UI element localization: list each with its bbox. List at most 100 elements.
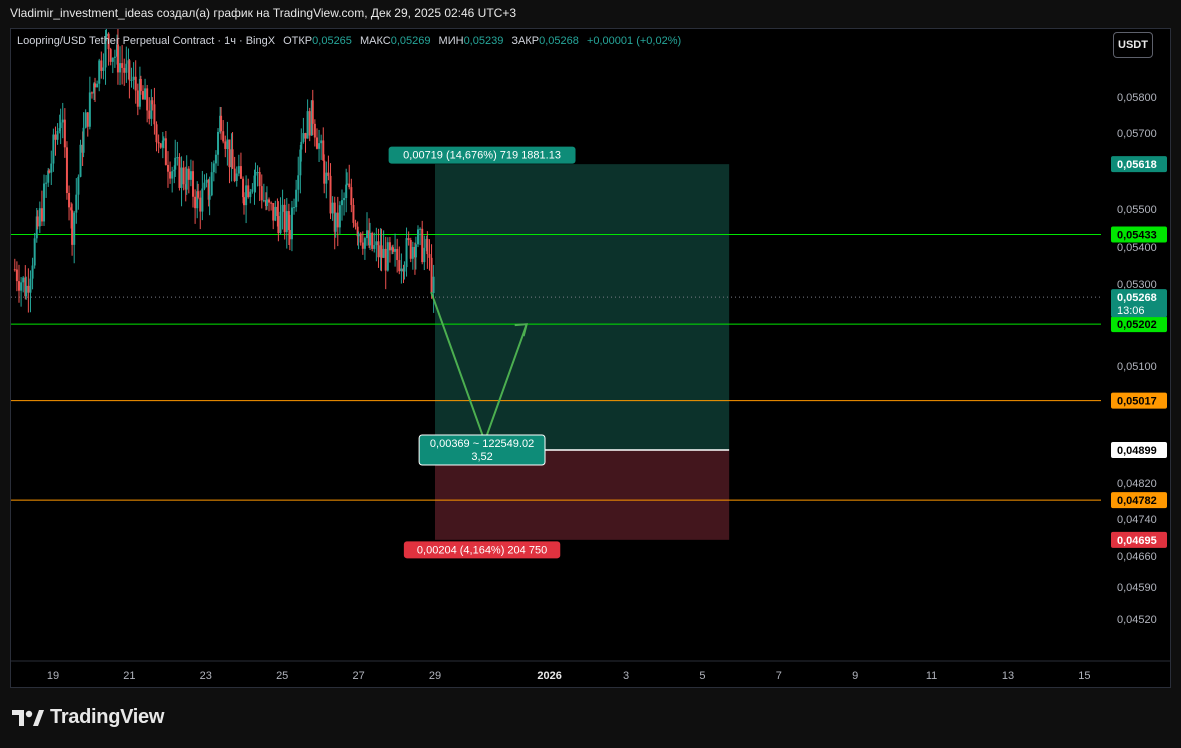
candle-body xyxy=(199,197,202,212)
candle-body xyxy=(79,144,82,177)
candle-body xyxy=(290,207,293,240)
candle-body xyxy=(121,63,124,68)
candle-body xyxy=(29,278,32,293)
candle-body xyxy=(428,254,431,258)
candle-body xyxy=(272,202,275,221)
tradingview-logo-icon xyxy=(12,709,44,726)
candle-body xyxy=(73,212,76,245)
candle-body xyxy=(274,206,277,221)
time-tick-label: 21 xyxy=(123,670,135,682)
level-price-tag-2: 0,05017 xyxy=(1117,396,1157,408)
candle-body xyxy=(171,171,174,179)
candle-body xyxy=(320,140,323,144)
candle-body xyxy=(189,171,192,180)
candle-body xyxy=(132,76,135,80)
candle-body xyxy=(31,265,34,279)
candle-body xyxy=(409,240,412,259)
candle-body xyxy=(65,147,68,193)
candle-body xyxy=(258,172,261,187)
candle-body xyxy=(61,119,64,123)
price-tick-label: 0,05100 xyxy=(1117,361,1157,373)
candle-body xyxy=(251,189,254,192)
candle-body xyxy=(260,186,263,201)
candle-body xyxy=(228,139,231,168)
chart-frame[interactable]: 0,00719 (14,676%) 719 1881.13 0,00204 (4,… xyxy=(10,28,1171,688)
candle-body xyxy=(148,110,151,119)
candle-body xyxy=(338,205,341,228)
time-tick-label: 9 xyxy=(852,670,858,682)
candle-body xyxy=(329,175,332,214)
candle-body xyxy=(323,160,326,184)
level-price-tag-1: 0,05202 xyxy=(1117,319,1157,331)
candle-body xyxy=(281,204,284,212)
price-tick-label: 0,05800 xyxy=(1117,92,1157,104)
time-tick-label: 13 xyxy=(1002,670,1014,682)
candle-body xyxy=(295,189,298,208)
target-price-tag: 0,05618 xyxy=(1117,159,1157,171)
stop-label-text: 0,00204 (4,164%) 204 750 xyxy=(417,544,547,556)
price-tick-label: 0,05400 xyxy=(1117,242,1157,254)
candle-body xyxy=(125,63,128,73)
candle-body xyxy=(176,157,179,159)
time-tick-label: 15 xyxy=(1078,670,1090,682)
legend-low-label: МИН xyxy=(438,35,464,47)
candle-body xyxy=(371,232,374,249)
legend-symbol[interactable]: Loopring/USD Tether Perpetual Contract ·… xyxy=(17,35,275,47)
currency-button[interactable]: USDT xyxy=(1113,32,1153,58)
candle-body xyxy=(25,285,28,297)
candle-body xyxy=(192,171,195,197)
legend-high-value: 0,05269 xyxy=(390,35,431,47)
candle-body xyxy=(380,245,383,258)
time-tick-label: 7 xyxy=(776,670,782,682)
price-tick-label: 0,04740 xyxy=(1117,514,1157,526)
risk-reward-label-text: 3,52 xyxy=(471,451,492,463)
candle-body xyxy=(384,248,387,271)
time-tick-label: 25 xyxy=(276,670,288,682)
candle-body xyxy=(164,138,167,165)
candle-body xyxy=(407,238,410,241)
candle-body xyxy=(235,173,238,181)
candle-body xyxy=(297,175,300,190)
candle-body xyxy=(394,248,397,252)
tradingview-logo[interactable]: TradingView xyxy=(12,706,164,729)
candle-body xyxy=(162,138,165,141)
time-tick-label: 11 xyxy=(926,670,937,682)
candle-body xyxy=(33,238,36,266)
candle-body xyxy=(194,196,197,209)
candle-body xyxy=(18,281,21,291)
candle-body xyxy=(56,130,59,140)
candle-body xyxy=(288,229,291,240)
candle-body xyxy=(205,179,208,183)
chart-author-title: Vladimir_investment_ideas создал(а) граф… xyxy=(10,6,517,20)
price-tick-label: 0,04820 xyxy=(1117,478,1157,490)
candle-body xyxy=(90,92,93,94)
candle-body xyxy=(432,276,435,294)
candle-body xyxy=(84,112,87,128)
candle-body xyxy=(268,199,271,203)
price-chart[interactable]: 0,00719 (14,676%) 719 1881.13 0,00204 (4,… xyxy=(11,29,1171,688)
time-tick-label: 29 xyxy=(429,670,441,682)
time-tick-label: 2026 xyxy=(537,670,561,682)
legend-high-label: МАКС xyxy=(359,35,391,47)
time-tick-label: 27 xyxy=(352,670,364,682)
current-price-tag-countdown: 13:06 xyxy=(1117,305,1145,317)
candle-body xyxy=(86,112,89,127)
candle-body xyxy=(256,172,259,174)
candle-body xyxy=(96,83,99,88)
candle-body xyxy=(382,248,385,258)
candle-body xyxy=(36,216,39,227)
candle-body xyxy=(373,245,376,249)
candle-body xyxy=(77,176,80,195)
candle-body xyxy=(166,164,169,172)
candle-body xyxy=(222,131,225,142)
candle-body xyxy=(377,241,380,258)
candle-body xyxy=(40,208,43,222)
candle-body xyxy=(237,166,240,174)
candle-body xyxy=(231,149,234,169)
candle-body xyxy=(102,67,105,71)
candle-body xyxy=(396,248,399,261)
candle-body xyxy=(144,88,147,100)
candle-body xyxy=(210,172,213,196)
candle-body xyxy=(414,244,417,258)
candle-body xyxy=(71,210,74,245)
